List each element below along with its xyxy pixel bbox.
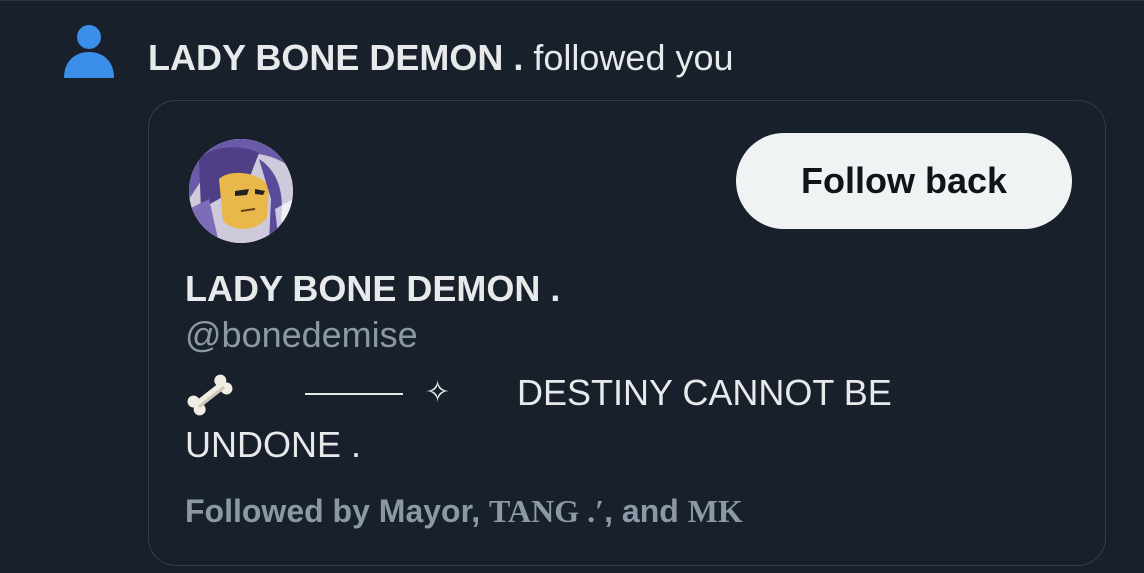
follower-name: MK [687, 493, 743, 529]
person-icon [64, 25, 114, 78]
avatar[interactable] [189, 139, 293, 243]
bio-text-line-1: DESTINY CANNOT BE [517, 372, 892, 413]
follower-name: TANG .′ [489, 493, 605, 529]
followed-by[interactable]: Followed by Mayor, TANG .′, and MK [185, 491, 743, 531]
top-divider [0, 0, 1144, 1]
bio-divider [305, 393, 403, 395]
bio-line-2: UNDONE . [185, 419, 1065, 471]
bio-text-line-2: UNDONE . [185, 424, 362, 465]
followed-by-sep: , [471, 493, 490, 529]
notification-text: LADY BONE DEMON . followed you [148, 36, 734, 80]
notification-actor-name[interactable]: LADY BONE DEMON . [148, 37, 523, 78]
user-card[interactable]: Follow back LADY BONE DEMON . @bonedemis… [148, 100, 1106, 566]
follower-name: Mayor [378, 493, 472, 529]
user-bio: ✧ DESTINY CANNOT BE UNDONE . [185, 367, 1065, 471]
follow-back-button[interactable]: Follow back [736, 133, 1072, 229]
notification-action: followed you [533, 37, 734, 78]
followed-by-prefix: Followed by [185, 493, 379, 529]
display-name[interactable]: LADY BONE DEMON . [185, 267, 560, 311]
followed-by-sep: , and [604, 493, 688, 529]
bone-icon [187, 374, 233, 416]
sparkle-icon: ✧ [425, 375, 451, 410]
bio-line-1: ✧ DESTINY CANNOT BE [185, 367, 1065, 419]
user-handle[interactable]: @bonedemise [185, 313, 418, 357]
